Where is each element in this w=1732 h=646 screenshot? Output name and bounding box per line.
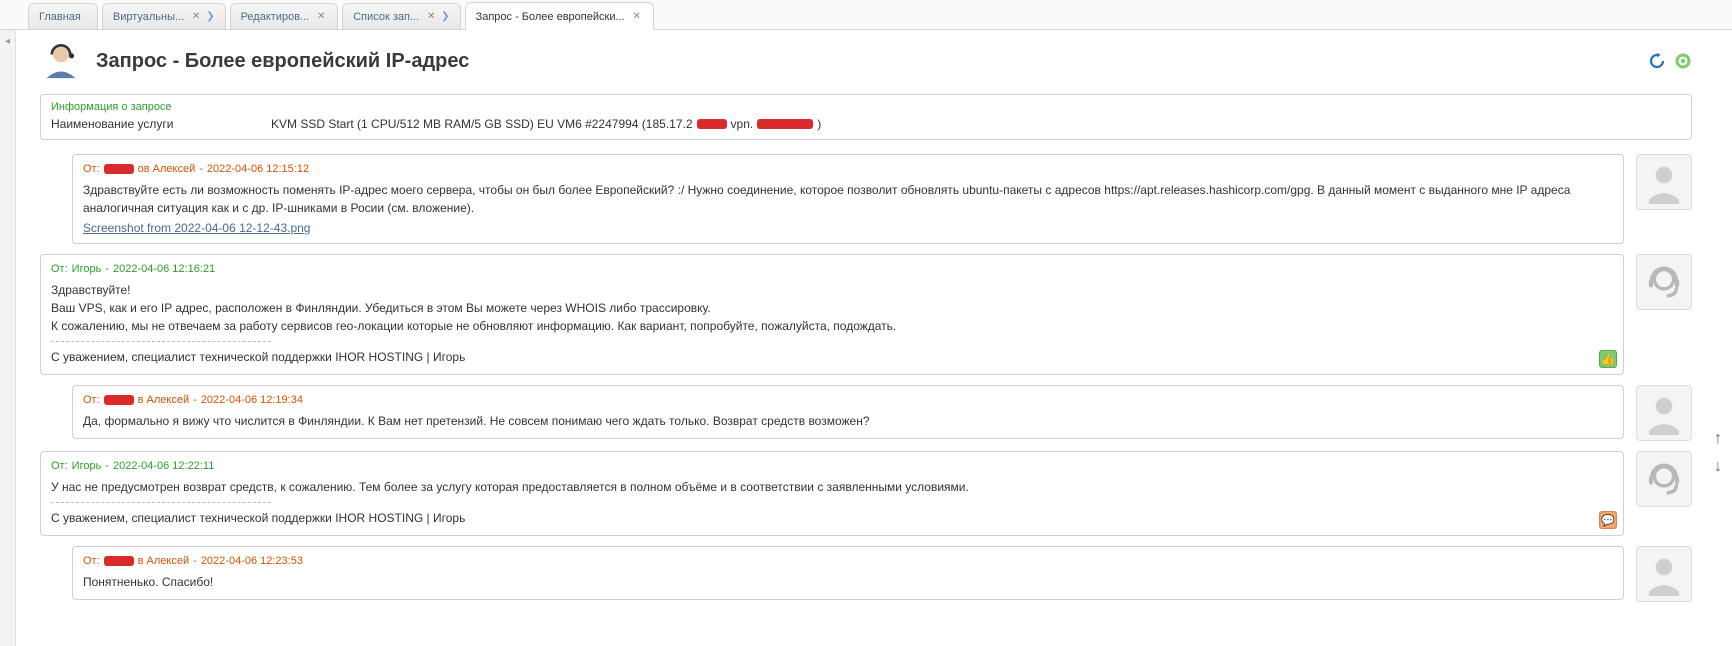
tab-strip: Главная Виртуальны... ✕ ❯ Редактиров... … [0, 0, 1732, 30]
body-line: У нас не предусмотрен возврат средств, к… [51, 478, 1613, 496]
close-icon[interactable]: ✕ [190, 11, 202, 23]
message-meta: От: Игорь - 2022-04-06 12:16:21 [51, 263, 1613, 275]
staff-avatar [1636, 254, 1692, 310]
request-info-panel: Информация о запросе Наименование услуги… [40, 94, 1692, 140]
scroll-down-icon[interactable]: ↓ [1714, 458, 1722, 476]
info-value-suffix: ) [817, 117, 821, 131]
tab-virtual[interactable]: Виртуальны... ✕ ❯ [102, 3, 226, 29]
message-meta: От: в Алексей - 2022-04-06 12:19:34 [83, 394, 1613, 406]
support-avatar-icon [40, 40, 82, 82]
help-icon[interactable] [1674, 52, 1692, 70]
message-bubble: От: Игорь - 2022-04-06 12:16:21 Здравств… [40, 254, 1624, 375]
tab-home[interactable]: Главная [28, 3, 98, 29]
info-value-prefix: KVM SSD Start (1 CPU/512 MB RAM/5 GB SSD… [271, 117, 693, 131]
chevron-right-icon: ❯ [206, 11, 214, 22]
left-panel-collapse[interactable]: ◂ [0, 30, 16, 646]
meta-timestamp: 2022-04-06 12:22:11 [113, 460, 214, 472]
meta-sep: - [193, 555, 197, 567]
redacted-text [697, 119, 727, 129]
body-line: Ваш VPS, как и его IP адрес, расположен … [51, 299, 1613, 317]
meta-sep: - [193, 394, 197, 406]
person-icon [1642, 160, 1686, 204]
info-value: KVM SSD Start (1 CPU/512 MB RAM/5 GB SSD… [271, 117, 821, 131]
tab-list[interactable]: Список зап... ✕ ❯ [342, 3, 460, 29]
message-row: От: Игорь - 2022-04-06 12:16:21 Здравств… [40, 254, 1692, 375]
meta-from: От: [83, 555, 100, 567]
tab-label: Запрос - Более европейски... [476, 11, 625, 23]
info-label: Наименование услуги [51, 117, 271, 131]
person-icon [1642, 391, 1686, 435]
headset-icon [1642, 260, 1686, 304]
info-title: Информация о запросе [51, 101, 1681, 113]
meta-sep: - [105, 460, 109, 472]
message-meta: От: в Алексей - 2022-04-06 12:23:53 [83, 555, 1613, 567]
meta-from: От: [83, 163, 100, 175]
meta-timestamp: 2022-04-06 12:19:34 [201, 394, 303, 406]
chevron-right-icon: ❯ [441, 11, 449, 22]
body-line: Здравствуйте! [51, 281, 1613, 299]
user-avatar [1636, 154, 1692, 210]
headset-icon [1642, 457, 1686, 501]
user-avatar [1636, 546, 1692, 602]
meta-name: ов Алексей [138, 163, 196, 175]
staff-avatar [1636, 451, 1692, 507]
message-body: Здравствуйте есть ли возможность поменят… [83, 181, 1613, 217]
tab-label: Список зап... [353, 11, 419, 23]
message-bubble: От: в Алексей - 2022-04-06 12:19:34 Да, … [72, 385, 1624, 439]
info-value-mid: vpn. [731, 117, 754, 131]
message-row: От: в Алексей - 2022-04-06 12:23:53 Поня… [72, 546, 1692, 602]
message-body: Здравствуйте! Ваш VPS, как и его IP адре… [51, 281, 1613, 366]
meta-timestamp: 2022-04-06 12:16:21 [113, 263, 215, 275]
redacted-text [104, 164, 134, 174]
person-icon [1642, 552, 1686, 596]
close-icon[interactable]: ✕ [315, 11, 327, 23]
message-bubble: От: Игорь - 2022-04-06 12:22:11 У нас не… [40, 451, 1624, 536]
redacted-text [757, 119, 813, 129]
redacted-text [104, 395, 134, 405]
page-title: Запрос - Более европейский IP-адрес [96, 50, 469, 73]
message-row: От: Игорь - 2022-04-06 12:22:11 У нас не… [40, 451, 1692, 536]
meta-name: Игорь [72, 460, 102, 472]
signature: С уважением, специалист технической подд… [51, 348, 1613, 366]
meta-from: От: [51, 460, 68, 472]
refresh-icon[interactable] [1648, 52, 1666, 70]
tab-label: Редактиров... [241, 11, 310, 23]
attachment-link[interactable]: Screenshot from 2022-04-06 12-12-43.png [83, 221, 310, 235]
message-meta: От: ов Алексей - 2022-04-06 12:15:12 [83, 163, 1613, 175]
meta-name: Игорь [72, 263, 102, 275]
scroll-up-icon[interactable]: ↑ [1714, 430, 1722, 448]
signature-separator [51, 341, 271, 342]
message-body: Да, формально я вижу что числится в Финл… [83, 412, 1613, 430]
meta-sep: - [105, 263, 109, 275]
message-row: От: в Алексей - 2022-04-06 12:19:34 Да, … [72, 385, 1692, 441]
meta-sep: - [199, 163, 203, 175]
close-icon[interactable]: ✕ [631, 11, 643, 23]
rate-up-button[interactable]: 👍 [1599, 350, 1617, 368]
message-bubble: От: в Алексей - 2022-04-06 12:23:53 Поня… [72, 546, 1624, 600]
rate-down-button[interactable]: 💬 [1599, 511, 1617, 529]
body-line: К сожалению, мы не отвечаем за работу се… [51, 317, 1613, 335]
meta-name: в Алексей [138, 394, 189, 406]
tab-edit[interactable]: Редактиров... ✕ [230, 3, 339, 29]
page-header: Запрос - Более европейский IP-адрес [40, 40, 1692, 82]
redacted-text [104, 556, 134, 566]
message-row: От: ов Алексей - 2022-04-06 12:15:12 Здр… [72, 154, 1692, 244]
meta-from: От: [83, 394, 100, 406]
tab-label: Главная [39, 11, 81, 23]
user-avatar [1636, 385, 1692, 441]
meta-name: в Алексей [138, 555, 189, 567]
message-bubble: От: ов Алексей - 2022-04-06 12:15:12 Здр… [72, 154, 1624, 244]
message-meta: От: Игорь - 2022-04-06 12:22:11 [51, 460, 1613, 472]
meta-from: От: [51, 263, 68, 275]
signature-separator [51, 502, 271, 503]
signature: С уважением, специалист технической подд… [51, 509, 1613, 527]
meta-timestamp: 2022-04-06 12:23:53 [201, 555, 303, 567]
tab-label: Виртуальны... [113, 11, 184, 23]
message-body: У нас не предусмотрен возврат средств, к… [51, 478, 1613, 527]
message-body: Понятненько. Спасибо! [83, 573, 1613, 591]
meta-timestamp: 2022-04-06 12:15:12 [207, 163, 309, 175]
scroll-controls: ↑ ↓ [1714, 430, 1722, 476]
close-icon[interactable]: ✕ [425, 11, 437, 23]
tab-request[interactable]: Запрос - Более европейски... ✕ [465, 2, 654, 30]
